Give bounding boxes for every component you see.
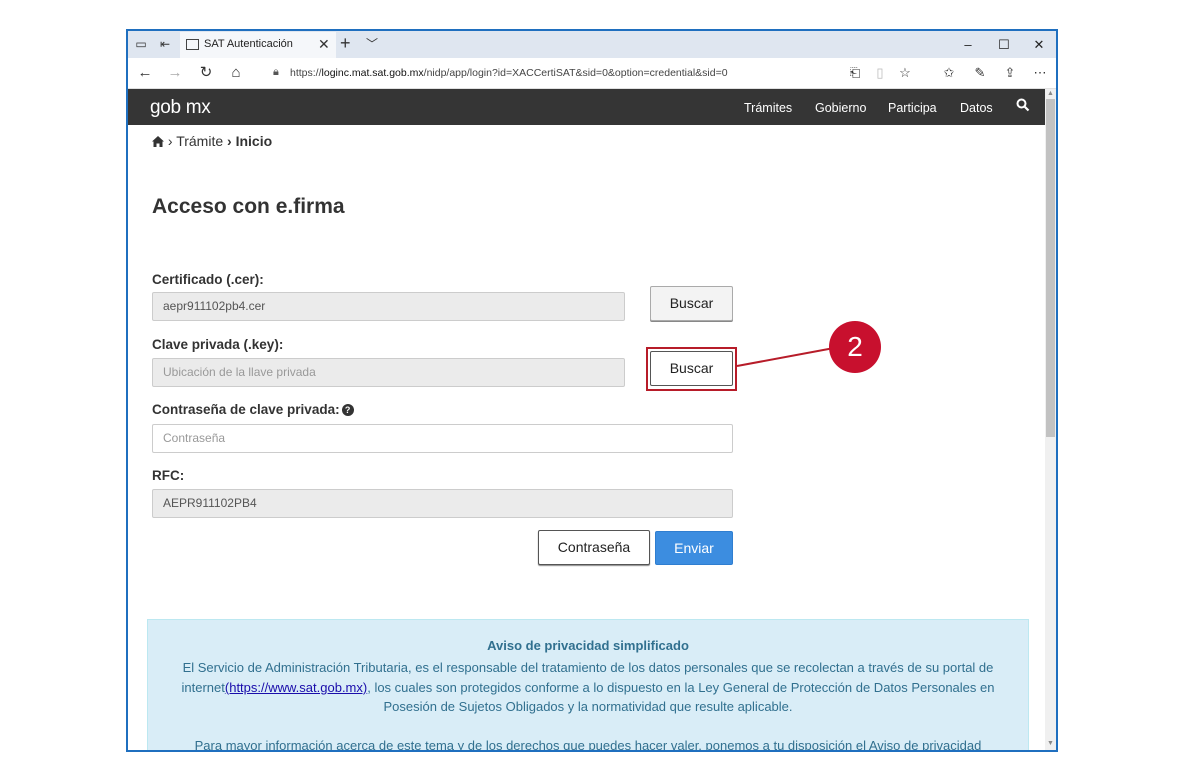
browse-cer-button[interactable]: Buscar [650, 286, 733, 321]
rfc-field: AEPR911102PB4 [152, 489, 733, 518]
sat-website-link[interactable]: (https://www.sat.gob.mx) [225, 680, 367, 695]
close-window-button[interactable]: ✕ [1022, 35, 1056, 55]
breadcrumb-separator: › [227, 133, 232, 149]
home-icon[interactable]: ⌂ [227, 64, 245, 82]
browse-key-button[interactable]: Buscar [650, 351, 733, 386]
password-label: Contraseña de clave privada:? [152, 402, 354, 417]
privacy-paragraph: El Servicio de Administración Tributaria… [166, 658, 1010, 717]
breadcrumb-current: Inicio [235, 133, 273, 149]
privacy-text: , los cuales son protegidos conforme a l… [367, 679, 995, 715]
nav-gobierno[interactable]: Gobierno [815, 101, 866, 115]
nav-participa[interactable]: Participa [888, 101, 937, 115]
back-arrow-icon[interactable]: ← [136, 64, 154, 82]
key-label: Clave privada (.key): [152, 337, 284, 352]
privacy-title: Aviso de privacidad simplificado [487, 638, 689, 653]
breadcrumb-tramite[interactable]: Trámite [176, 133, 223, 149]
gobmx-logo[interactable]: gob mx [150, 97, 211, 119]
site-navbar: gob mx Trámites Gobierno Participa Datos [128, 89, 1045, 125]
favorites-list-icon[interactable]: ✩ [940, 64, 958, 82]
title-bar: ▭ ⇤ SAT Autenticación ✕ + ﹀ – ☐ ✕ [128, 31, 1056, 58]
address-bar: ← → ↻ ⌂ 🔒︎ https://loginc.mat.sat.gob.mx… [128, 58, 1056, 89]
tab-actions-icon[interactable]: ▭ [134, 37, 148, 51]
callout-number-badge: 2 [829, 321, 881, 373]
breadcrumb-separator: › [167, 133, 173, 149]
reading-view-icon: ▯ [876, 65, 884, 80]
page-title: Acceso con e.firma [152, 195, 345, 218]
more-menu-icon[interactable]: ⋯ [1031, 64, 1049, 82]
search-icon[interactable] [1016, 98, 1030, 112]
cer-label: Certificado (.cer): [152, 272, 264, 287]
share-icon[interactable]: ⇪ [1001, 64, 1019, 82]
tab-close-icon[interactable]: ✕ [318, 36, 330, 53]
submit-button[interactable]: Enviar [655, 531, 733, 565]
new-tab-icon[interactable]: + [340, 34, 351, 52]
help-question-icon[interactable]: ? [341, 404, 354, 416]
page-favicon-icon [186, 39, 199, 50]
browser-window: ▭ ⇤ SAT Autenticación ✕ + ﹀ – ☐ ✕ ← → ↻ … [126, 29, 1058, 752]
key-file-field[interactable]: Ubicación de la llave privada [152, 358, 625, 387]
scroll-thumb[interactable] [1046, 99, 1055, 437]
set-aside-tabs-icon[interactable]: ⇤ [158, 37, 172, 51]
privacy-paragraph-more: Para mayor información acerca de este te… [194, 738, 982, 752]
password-login-button[interactable]: Contraseña [538, 530, 650, 565]
favorite-star-icon[interactable]: ☆ [896, 64, 914, 82]
vertical-scrollbar[interactable]: ▲ ▼ [1045, 89, 1056, 750]
lock-icon: 🔒︎ [273, 66, 279, 78]
password-label-text: Contraseña de clave privada: [152, 402, 340, 417]
nav-datos[interactable]: Datos [960, 101, 993, 115]
home-breadcrumb-icon[interactable] [152, 136, 164, 147]
scroll-down-arrow-icon[interactable]: ▼ [1045, 739, 1056, 748]
scroll-up-arrow-icon[interactable]: ▲ [1045, 89, 1056, 98]
rfc-label: RFC: [152, 468, 185, 483]
pwa-install-icon[interactable]: ⎗ [846, 64, 864, 82]
refresh-icon[interactable]: ↻ [197, 64, 215, 82]
browser-tab[interactable]: SAT Autenticación ✕ [180, 32, 336, 58]
privacy-notice: Aviso de privacidad simplificado El Serv… [147, 619, 1029, 752]
breadcrumb: › Trámite › Inicio [152, 133, 272, 149]
nav-tramites[interactable]: Trámites [744, 101, 792, 115]
forward-arrow-icon[interactable]: → [166, 64, 184, 82]
pen-notes-icon[interactable]: ✎ [971, 64, 989, 82]
url-field[interactable]: 🔒︎ https://loginc.mat.sat.gob.mx/nidp/ap… [268, 62, 848, 84]
cer-file-field[interactable]: aepr911102pb4.cer [152, 292, 625, 321]
tab-title: SAT Autenticación [204, 38, 293, 50]
url-text: https://loginc.mat.sat.gob.mx/nidp/app/l… [290, 67, 728, 79]
password-field[interactable]: Contraseña [152, 424, 733, 453]
minimize-button[interactable]: – [951, 35, 985, 55]
tab-menu-chevron-icon[interactable]: ﹀ [366, 35, 378, 52]
maximize-button[interactable]: ☐ [987, 35, 1021, 55]
